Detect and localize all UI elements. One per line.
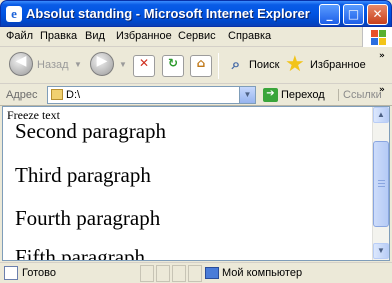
window-title: Absolut standing - Microsoft Internet Ex… — [26, 6, 310, 21]
address-label: Адрес — [6, 89, 38, 101]
forward-dropdown-icon[interactable]: ▼ — [119, 60, 127, 69]
address-value[interactable]: D:\ — [66, 89, 80, 101]
menu-tools[interactable]: Сервис — [178, 30, 216, 42]
status-segment — [156, 265, 170, 282]
scroll-down-icon[interactable]: ▼ — [373, 243, 389, 259]
paragraph-fifth: Fifth paragraph — [15, 245, 146, 261]
search-icon[interactable]: ⌕ — [225, 55, 247, 77]
menu-favorites[interactable]: Избранное — [116, 30, 172, 42]
paragraph-third: Third paragraph — [15, 163, 151, 187]
vertical-scrollbar[interactable]: ▲ ▼ — [372, 107, 389, 260]
folder-icon — [51, 89, 63, 100]
toolbar-overflow-icon[interactable]: » — [379, 51, 385, 61]
menu-view[interactable]: Вид — [85, 30, 105, 42]
search-button[interactable]: Поиск — [249, 59, 279, 71]
status-segment — [188, 265, 202, 282]
menu-edit[interactable]: Правка — [40, 30, 77, 42]
go-arrow-icon[interactable]: ➔ — [263, 88, 278, 102]
minimize-button[interactable]: _ — [319, 4, 340, 25]
refresh-icon[interactable]: ↻ — [162, 55, 184, 77]
favorites-button[interactable]: Избранное — [310, 59, 366, 71]
back-arrow-icon[interactable]: ◀ — [9, 52, 33, 76]
scroll-up-icon[interactable]: ▲ — [373, 107, 389, 123]
paragraph-second: Second paragraph — [15, 119, 167, 143]
stop-icon[interactable]: ✕ — [133, 55, 155, 77]
menu-file[interactable]: Файл — [6, 30, 33, 42]
home-icon[interactable]: ⌂ — [190, 55, 212, 77]
page-viewport[interactable]: Freeze text Second paragraph Third parag… — [2, 106, 390, 261]
ie-icon: e — [6, 6, 22, 22]
my-computer-icon — [205, 267, 219, 279]
address-bar: Адрес D:\ ▼ ➔ Переход Ссылки » — [0, 84, 392, 106]
maximize-button[interactable]: □ — [343, 4, 364, 25]
security-zone: Мой компьютер — [222, 267, 303, 279]
menu-help[interactable]: Справка — [228, 30, 271, 42]
scroll-thumb[interactable] — [373, 141, 389, 227]
forward-arrow-icon[interactable]: ▶ — [90, 52, 114, 76]
page-done-icon — [4, 266, 18, 280]
back-label[interactable]: Назад — [37, 59, 69, 71]
windows-logo-icon — [362, 27, 392, 47]
back-dropdown-icon[interactable]: ▼ — [74, 60, 82, 69]
links-button[interactable]: Ссылки — [338, 89, 382, 101]
toolbar-separator — [218, 53, 219, 79]
standard-toolbar: ◀ Назад ▼ ▶ ▼ ✕ ↻ ⌂ ⌕ Поиск ★ Избранное … — [0, 47, 392, 84]
address-dropdown-icon[interactable]: ▼ — [239, 87, 255, 103]
paragraph-fourth: Fourth paragraph — [15, 206, 161, 230]
go-button[interactable]: Переход — [281, 89, 325, 101]
status-segment — [172, 265, 186, 282]
favorites-star-icon[interactable]: ★ — [285, 53, 305, 75]
status-segment — [140, 265, 154, 282]
status-text: Готово — [22, 267, 56, 279]
address-input[interactable]: D:\ ▼ — [47, 86, 256, 104]
status-bar: Готово Мой компьютер — [0, 262, 392, 283]
close-button[interactable]: ✕ — [367, 4, 388, 25]
menu-bar: Файл Правка Вид Избранное Сервис Справка — [0, 27, 392, 47]
links-overflow-icon[interactable]: » — [379, 85, 385, 95]
title-bar[interactable]: e Absolut standing - Microsoft Internet … — [0, 0, 392, 27]
